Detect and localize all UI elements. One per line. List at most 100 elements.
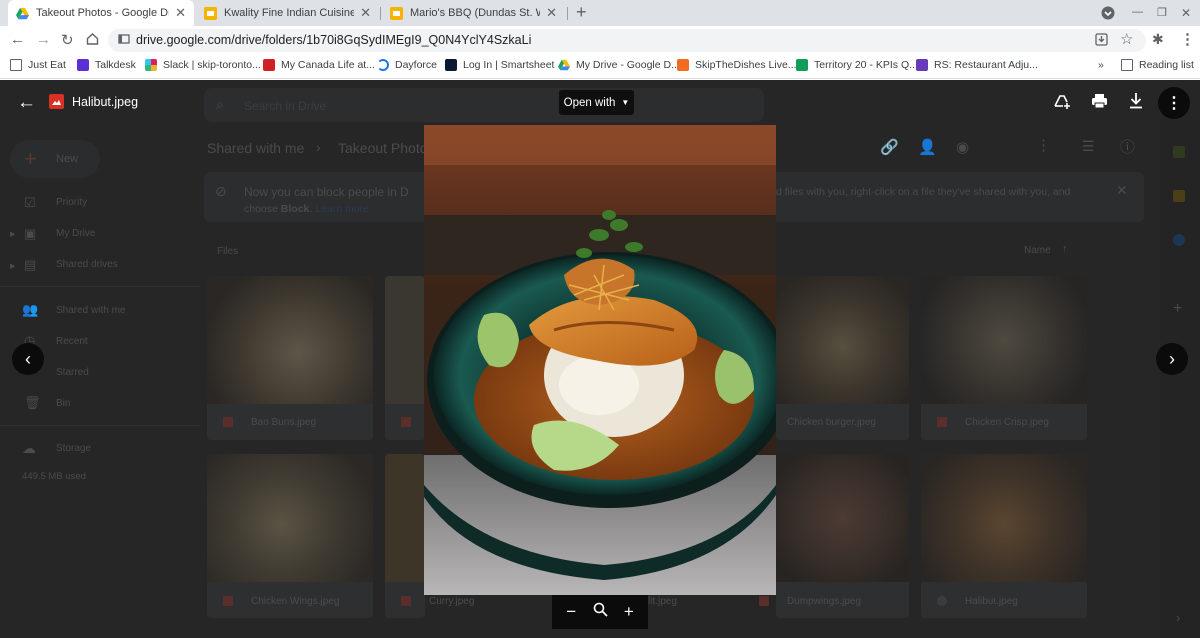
google-slides-icon [390, 6, 403, 20]
thumbnail-halibut [921, 454, 1087, 582]
canada-life-icon [263, 59, 275, 71]
sidebar-item-starred[interactable]: Starred [56, 367, 89, 378]
minimize-icon[interactable]: — [1132, 6, 1143, 18]
close-tab-icon[interactable]: ✕ [175, 5, 186, 21]
file-name-bao-buns: Bao Buns.jpeg [251, 417, 317, 428]
my-drive-icon: ▣ [24, 226, 37, 241]
tab-divider [567, 7, 568, 20]
google-drive-icon [558, 59, 570, 71]
sidebar-item-priority[interactable]: Priority [56, 197, 87, 208]
bookmarks-overflow-button[interactable]: » [1098, 59, 1104, 71]
sidebar-item-storage[interactable]: Storage [56, 443, 91, 454]
download-icon[interactable] [1128, 92, 1144, 114]
bookmark-my-drive[interactable]: My Drive - Google D... [558, 59, 680, 71]
sort-arrow-icon[interactable]: ↑ [1062, 243, 1068, 255]
thumbnail-bao-buns [207, 276, 373, 404]
file-name-dumpwings: Dumpwings.jpeg [787, 596, 861, 607]
thumbnail-partial [385, 276, 425, 404]
maximize-icon[interactable]: ❐ [1157, 6, 1167, 19]
sort-by-name[interactable]: Name [1024, 245, 1051, 256]
sidebar-item-shared-drives[interactable]: Shared drives [56, 259, 118, 270]
more-actions-icon[interactable]: ⋮ [1036, 136, 1051, 154]
page-info-icon[interactable] [118, 33, 130, 48]
thumbnail-chicken-wings [207, 454, 373, 582]
tasks-icon[interactable] [1173, 234, 1185, 246]
zoom-magnifier-icon[interactable] [593, 602, 608, 622]
image-file-icon [937, 417, 947, 427]
close-window-icon[interactable]: ✕ [1181, 6, 1191, 20]
expand-arrow-icon[interactable]: ▶ [10, 230, 15, 238]
sidebar-divider [0, 425, 200, 426]
zoom-in-icon[interactable]: + [624, 602, 634, 622]
image-file-icon [401, 596, 411, 606]
add-person-icon[interactable]: 👤 [918, 138, 937, 156]
next-image-button[interactable]: › [1156, 343, 1188, 375]
image-file-icon [401, 417, 411, 427]
list-view-icon[interactable]: ☰ [1082, 138, 1095, 155]
tab-title: Mario's BBQ (Dundas St. W) - Bu [410, 7, 540, 19]
sidebar-item-bin[interactable]: Bin [56, 398, 70, 409]
open-with-button[interactable]: Open with ▼ [559, 90, 634, 115]
bookmark-territory-20[interactable]: Territory 20 - KPIs Q... [796, 59, 918, 71]
tab-kwality-slides[interactable]: Kwality Fine Indian Cuisine (Guel ✕ [196, 0, 379, 26]
info-icon[interactable]: ⓘ [1120, 136, 1135, 157]
back-arrow-icon[interactable]: ← [17, 92, 36, 114]
viewer-filename: Halibut.jpeg [72, 95, 139, 109]
add-to-drive-icon[interactable] [1053, 92, 1071, 115]
google-forms-icon [916, 59, 928, 71]
install-app-icon[interactable] [1095, 33, 1108, 49]
sidebar-item-my-drive[interactable]: My Drive [56, 228, 95, 239]
link-icon[interactable]: 🔗 [880, 138, 899, 156]
collapse-panel-icon[interactable]: › [1176, 610, 1180, 625]
file-name-halibut: Halibut.jpeg [965, 596, 1018, 607]
reading-list-button[interactable]: Reading list [1121, 59, 1194, 71]
new-tab-button[interactable]: + [576, 2, 587, 23]
reload-icon[interactable]: ↻ [61, 31, 74, 49]
bookmark-dayforce[interactable]: Dayforce [377, 59, 437, 71]
home-icon[interactable] [86, 32, 99, 49]
preview-eye-icon[interactable]: ◉ [956, 138, 969, 156]
expand-arrow-icon[interactable]: ▶ [10, 262, 15, 270]
url-text[interactable]: drive.google.com/drive/folders/1b70i8GqS… [136, 33, 531, 47]
thumbnail-chicken-burger [776, 276, 909, 404]
storage-used: 449.5 MB used [22, 471, 86, 482]
bookmark-smartsheet[interactable]: Log In | Smartsheet [445, 59, 554, 71]
breadcrumb-takeout-photos[interactable]: Takeout Photo [338, 140, 428, 156]
bookmark-skipthedishes[interactable]: SkipTheDishes Live... [677, 59, 797, 71]
print-icon[interactable] [1091, 93, 1108, 114]
calendar-icon[interactable] [1173, 146, 1185, 158]
file-name-partial: lit.jpeg [648, 596, 677, 607]
skipthedishes-icon [677, 59, 689, 71]
bin-icon: 🗑 [24, 395, 41, 410]
viewer-more-options-icon[interactable]: ⋮ [1158, 87, 1190, 119]
tab-google-drive[interactable]: Takeout Photos - Google Drive ✕ [8, 0, 194, 26]
bookmark-my-canada-life[interactable]: My Canada Life at... [263, 59, 375, 71]
keep-icon[interactable] [1173, 190, 1185, 202]
bookmark-slack[interactable]: Slack | skip-toronto... [145, 59, 261, 71]
back-icon[interactable]: ← [10, 31, 25, 48]
close-tab-icon[interactable]: ✕ [546, 5, 557, 21]
close-banner-icon[interactable]: ✕ [1116, 182, 1128, 199]
breadcrumb-shared-with-me[interactable]: Shared with me [207, 140, 304, 156]
bookmark-star-icon[interactable]: ☆ [1120, 30, 1133, 48]
forward-icon[interactable]: → [36, 31, 51, 48]
tab-divider [380, 7, 381, 20]
zoom-out-icon[interactable]: − [566, 602, 576, 622]
chrome-menu-icon[interactable]: ⋮ [1180, 30, 1195, 48]
bookmark-rs-restaurant[interactable]: RS: Restaurant Adju... [916, 59, 1038, 71]
extensions-icon[interactable]: ✱ [1152, 31, 1164, 48]
tab-search-icon[interactable] [1101, 6, 1115, 23]
learn-more-link[interactable]: Learn more [315, 203, 369, 215]
sidebar-item-recent[interactable]: Recent [56, 336, 88, 347]
sidebar-item-shared-with-me[interactable]: Shared with me [56, 305, 125, 316]
tab-marios-slides[interactable]: Mario's BBQ (Dundas St. W) - Bu ✕ [382, 0, 565, 26]
previous-image-button[interactable]: ‹ [12, 343, 44, 375]
bookmark-talkdesk[interactable]: Talkdesk [77, 59, 136, 71]
folder-icon [10, 59, 22, 71]
add-addon-icon[interactable]: + [1173, 300, 1182, 318]
block-icon: ⊘ [215, 183, 227, 199]
close-tab-icon[interactable]: ✕ [360, 5, 371, 21]
bookmark-just-eat[interactable]: Just Eat [10, 59, 66, 71]
thumbnail-chicken-crisp [921, 276, 1087, 404]
shared-drives-icon: ▤ [24, 257, 37, 272]
